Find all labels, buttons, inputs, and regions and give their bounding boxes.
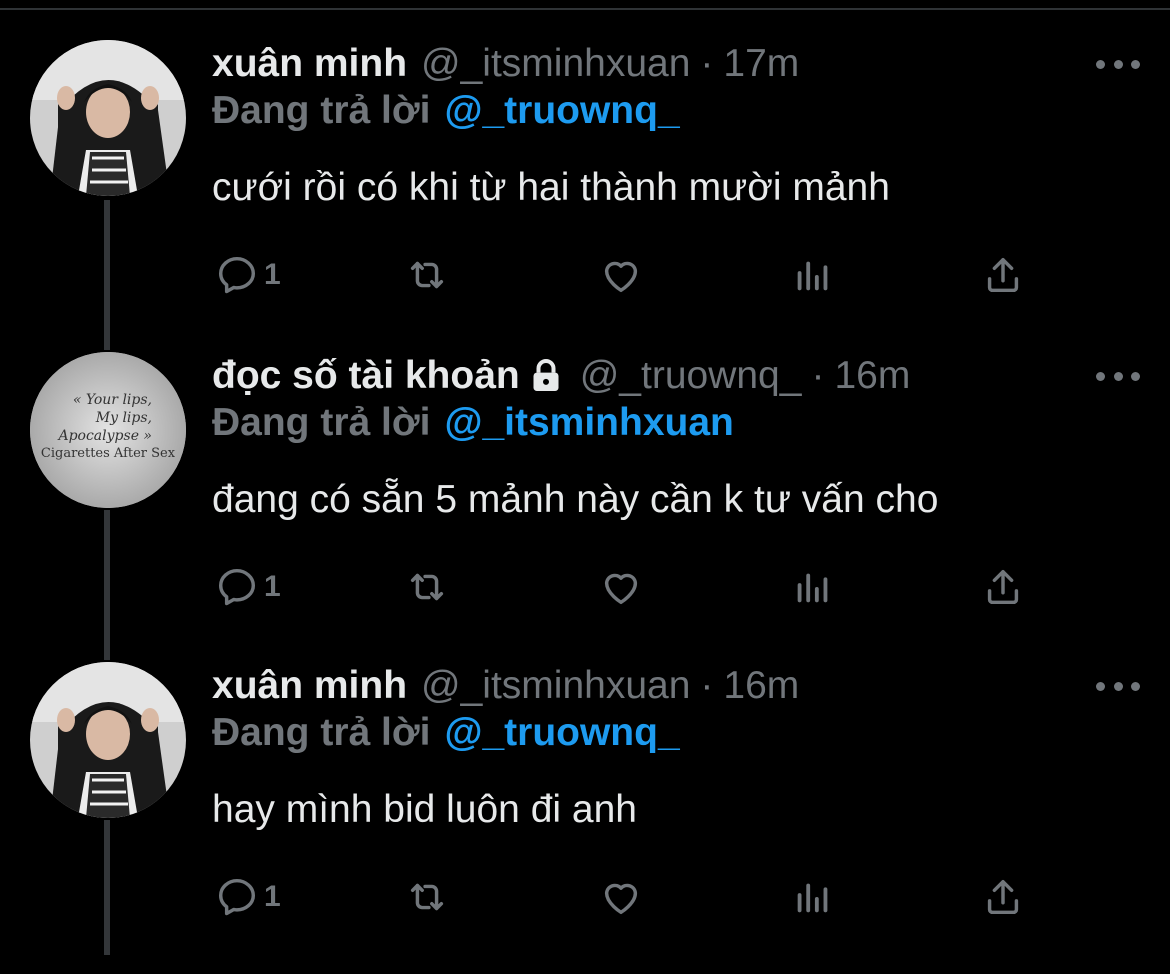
action-bar: 1 <box>0 868 1170 928</box>
reply-prefix: Đang trả lời <box>212 89 431 132</box>
tweet[interactable]: xuân minh @_itsminhxuan · 17m Đang trả l… <box>0 40 1170 352</box>
like-icon <box>604 261 638 293</box>
retweet-icon <box>410 573 444 601</box>
retweet-button[interactable] <box>404 564 450 610</box>
display-name[interactable]: đọc số tài khoản <box>212 354 520 398</box>
lock-icon <box>533 359 559 391</box>
like-button[interactable] <box>598 564 644 610</box>
reply-button[interactable]: 1 <box>214 564 281 610</box>
username[interactable]: @_truownq_ <box>580 354 802 398</box>
tweet-text: cưới rồi có khi từ hai thành mười mảnh <box>212 166 890 209</box>
tweet[interactable]: « Your lips, My lips, Apocalypse » Cigar… <box>0 352 1170 664</box>
tweet-header: xuân minh @_itsminhxuan · 17m <box>212 40 799 88</box>
tweet-text: đang có sẵn 5 mảnh này cần k tư vấn cho <box>212 478 939 521</box>
avatar-photo <box>30 662 186 818</box>
avatar-line: My lips, <box>95 410 152 426</box>
timestamp[interactable]: 16m <box>723 664 799 708</box>
share-button[interactable] <box>980 252 1026 298</box>
reply-icon <box>218 878 256 916</box>
retweet-button[interactable] <box>404 252 450 298</box>
like-icon <box>604 573 638 605</box>
more-icon[interactable] <box>1096 366 1140 386</box>
retweet-icon <box>410 883 444 911</box>
share-button[interactable] <box>980 874 1026 920</box>
share-icon <box>987 569 1019 605</box>
avatar-line: Cigarettes After Sex <box>41 446 176 461</box>
reply-icon <box>218 256 256 294</box>
reply-count: 1 <box>264 258 281 291</box>
tweet-header: xuân minh @_itsminhxuan · 16m <box>212 662 799 710</box>
replying-to: Đang trả lời @_truownq_ <box>212 88 680 134</box>
share-icon <box>987 879 1019 915</box>
avatar-line: « Your lips, <box>73 392 152 408</box>
username[interactable]: @_itsminhxuan <box>421 664 690 708</box>
reply-target-link[interactable]: @_truownq_ <box>444 711 679 755</box>
avatar-text-image: « Your lips, My lips, Apocalypse » Cigar… <box>30 352 186 508</box>
analytics-icon <box>797 573 828 603</box>
analytics-icon <box>797 261 828 291</box>
reply-count: 1 <box>264 570 281 603</box>
avatar-photo <box>30 40 186 196</box>
action-bar: 1 <box>0 558 1170 618</box>
more-icon[interactable] <box>1096 676 1140 696</box>
replying-to: Đang trả lời @_itsminhxuan <box>212 400 734 446</box>
like-button[interactable] <box>598 252 644 298</box>
reply-button[interactable]: 1 <box>214 252 281 298</box>
analytics-icon <box>797 883 828 913</box>
separator: · <box>700 664 714 707</box>
reply-prefix: Đang trả lời <box>212 711 431 754</box>
separator: · <box>811 354 825 397</box>
retweet-button[interactable] <box>404 874 450 920</box>
timestamp[interactable]: 16m <box>834 354 910 398</box>
analytics-button[interactable] <box>790 564 836 610</box>
display-name[interactable]: xuân minh <box>212 42 407 86</box>
action-bar: 1 <box>0 246 1170 306</box>
reply-count: 1 <box>264 880 281 913</box>
avatar[interactable] <box>30 40 186 196</box>
share-button[interactable] <box>980 564 1026 610</box>
like-icon <box>604 883 638 915</box>
username[interactable]: @_itsminhxuan <box>421 42 690 86</box>
share-icon <box>987 257 1019 293</box>
reply-prefix: Đang trả lời <box>212 401 431 444</box>
avatar[interactable] <box>30 662 186 818</box>
separator: · <box>700 42 714 85</box>
avatar[interactable]: « Your lips, My lips, Apocalypse » Cigar… <box>30 352 186 508</box>
replying-to: Đang trả lời @_truownq_ <box>212 710 680 756</box>
reply-icon <box>218 568 256 606</box>
tweet-text: hay mình bid luôn đi anh <box>212 788 637 831</box>
reply-target-link[interactable]: @_truownq_ <box>444 89 679 133</box>
more-icon[interactable] <box>1096 54 1140 74</box>
top-divider <box>0 0 1170 10</box>
tweet-header: đọc số tài khoản @_truownq_ · 16m <box>212 352 910 400</box>
analytics-button[interactable] <box>790 874 836 920</box>
timestamp[interactable]: 17m <box>723 42 799 86</box>
tweet[interactable]: xuân minh @_itsminhxuan · 16m Đang trả l… <box>0 662 1170 974</box>
reply-target-link[interactable]: @_itsminhxuan <box>444 401 733 445</box>
display-name[interactable]: xuân minh <box>212 664 407 708</box>
retweet-icon <box>410 261 444 289</box>
reply-button[interactable]: 1 <box>214 874 281 920</box>
avatar-line: Apocalypse » <box>56 428 152 444</box>
like-button[interactable] <box>598 874 644 920</box>
analytics-button[interactable] <box>790 252 836 298</box>
